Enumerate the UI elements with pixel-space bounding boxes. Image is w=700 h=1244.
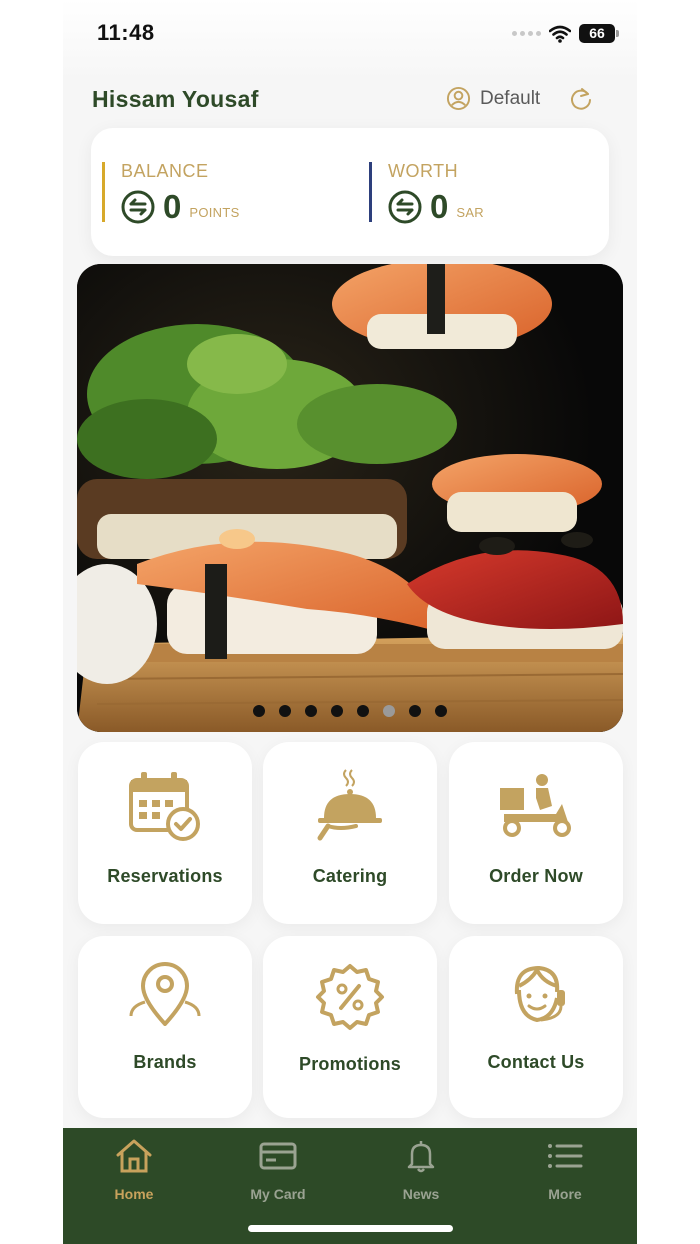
balance-value: 0 xyxy=(163,188,182,225)
user-circle-icon xyxy=(446,86,471,111)
bell-icon xyxy=(407,1141,435,1173)
tier-selector[interactable]: Default xyxy=(446,86,540,111)
app-screen: 11:48 66 Hissam Yousaf Default BALANCE 0… xyxy=(63,0,637,1244)
carousel-dot[interactable] xyxy=(331,705,343,717)
user-name: Hissam Yousaf xyxy=(92,86,259,112)
wifi-icon xyxy=(549,25,571,43)
bottom-nav: Home My Card News More xyxy=(63,1128,637,1244)
calendar-check-icon xyxy=(129,772,200,841)
support-agent-icon xyxy=(514,965,565,1023)
carousel-dot[interactable] xyxy=(357,705,369,717)
carousel-dot[interactable] xyxy=(279,705,291,717)
tile-reservations[interactable]: Reservations xyxy=(78,742,252,924)
balance-unit: POINTS xyxy=(189,204,240,220)
home-indicator[interactable] xyxy=(248,1225,453,1232)
nav-label: Home xyxy=(114,1186,154,1202)
worth-section: WORTH 0 SAR xyxy=(369,161,484,225)
carousel-dots[interactable] xyxy=(77,705,623,717)
tile-label: Brands xyxy=(133,1052,197,1072)
tile-contact-us[interactable]: Contact Us xyxy=(449,936,623,1118)
balance-title: BALANCE xyxy=(121,161,209,181)
nav-more[interactable]: More xyxy=(510,1136,620,1202)
tile-order-now[interactable]: Order Now xyxy=(449,742,623,924)
tile-label: Contact Us xyxy=(487,1052,585,1072)
tile-promotions[interactable]: Promotions xyxy=(263,936,437,1118)
tile-label: Promotions xyxy=(298,1054,401,1074)
status-indicators: 66 xyxy=(512,24,619,43)
sushi-photo xyxy=(77,264,623,732)
list-icon xyxy=(548,1144,583,1168)
discount-badge-icon xyxy=(316,964,384,1030)
balance-card[interactable]: BALANCE 0 POINTS WORTH 0 SAR xyxy=(91,128,609,256)
nav-label: My Card xyxy=(250,1186,306,1202)
worth-title: WORTH xyxy=(388,161,459,181)
nav-home[interactable]: Home xyxy=(79,1136,189,1202)
refresh-icon[interactable] xyxy=(568,86,594,112)
worth-value: 0 xyxy=(430,188,449,225)
nav-news[interactable]: News xyxy=(366,1136,476,1202)
tier-label: Default xyxy=(480,87,541,109)
tile-label: Reservations xyxy=(107,866,223,886)
carousel-dot[interactable] xyxy=(409,705,421,717)
tile-brands[interactable]: Brands xyxy=(78,936,252,1118)
signal-icon xyxy=(512,31,541,36)
tile-label: Catering xyxy=(312,866,388,886)
carousel-dot[interactable] xyxy=(435,705,447,717)
tile-label: Order Now xyxy=(489,866,583,886)
carousel-dot[interactable] xyxy=(305,705,317,717)
tile-catering[interactable]: Catering xyxy=(263,742,437,924)
location-pin-icon xyxy=(129,962,201,1026)
promo-carousel[interactable] xyxy=(77,264,623,732)
battery-indicator: 66 xyxy=(579,24,619,43)
delivery-scooter-icon xyxy=(500,774,571,837)
nav-my-card[interactable]: My Card xyxy=(223,1136,333,1202)
nav-label: News xyxy=(402,1186,440,1202)
cloche-icon xyxy=(317,769,382,841)
carousel-dot[interactable] xyxy=(253,705,265,717)
card-icon xyxy=(259,1142,297,1170)
balance-section: BALANCE 0 POINTS xyxy=(102,161,240,225)
carousel-dot[interactable] xyxy=(383,705,395,717)
worth-unit: SAR xyxy=(456,204,484,220)
exchange-icon xyxy=(121,190,155,224)
exchange-icon xyxy=(388,190,422,224)
status-time: 11:48 xyxy=(97,20,155,45)
nav-label: More xyxy=(548,1186,582,1202)
home-icon xyxy=(116,1139,152,1173)
